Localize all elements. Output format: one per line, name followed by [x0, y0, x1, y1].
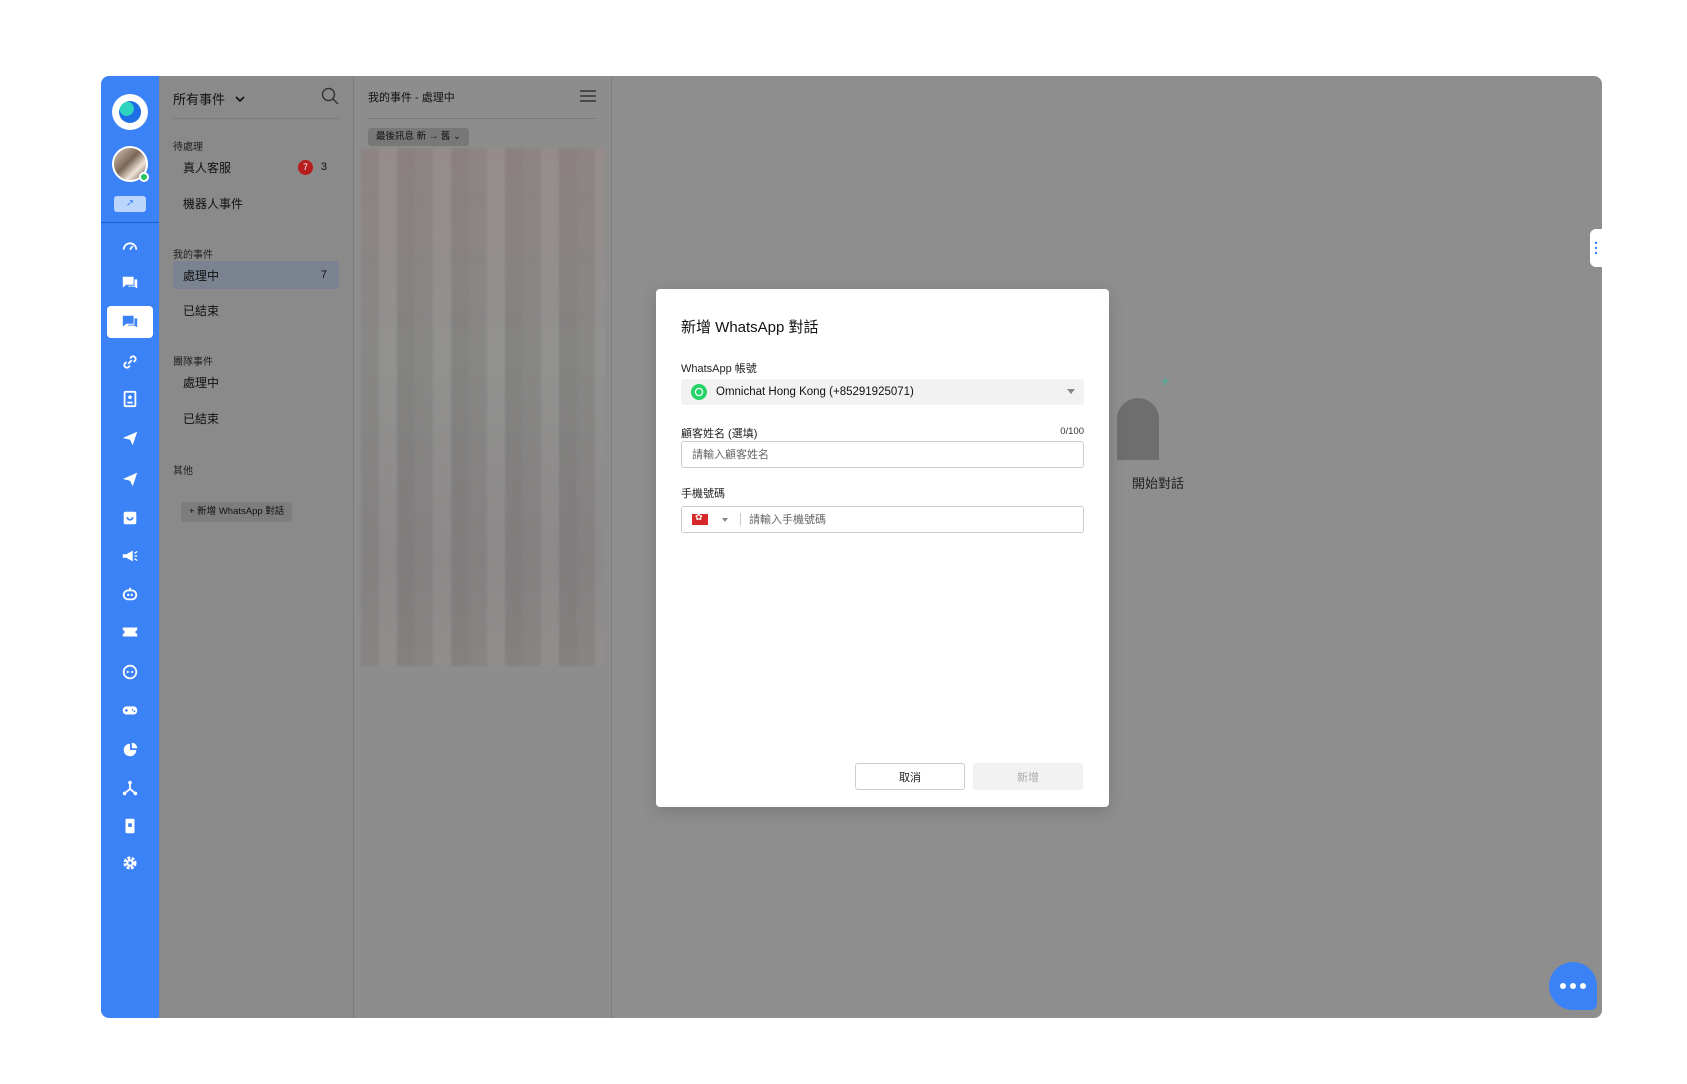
- customer-name-input[interactable]: [681, 441, 1084, 468]
- empty-state-illustration: [1117, 398, 1159, 460]
- phone-field: [681, 506, 1084, 533]
- side-panel-handle[interactable]: [1590, 229, 1602, 267]
- gamepad-icon[interactable]: [107, 694, 153, 726]
- support-chat-button[interactable]: [1549, 962, 1597, 1010]
- contacts-icon[interactable]: [107, 383, 153, 415]
- list-title: 我的事件 - 處理中: [368, 92, 455, 104]
- caret-down-icon: [1067, 389, 1075, 394]
- link-icon[interactable]: [107, 346, 153, 378]
- chat-icon[interactable]: [107, 267, 153, 299]
- nav-item-my-processing[interactable]: 處理中 7: [173, 261, 339, 289]
- event-filter-label: 所有事件: [173, 92, 226, 107]
- user-avatar[interactable]: [112, 146, 149, 182]
- integration-icon[interactable]: [107, 772, 153, 804]
- nav-item-my-closed[interactable]: 已結束: [173, 296, 339, 324]
- bot-icon[interactable]: [107, 578, 153, 610]
- megaphone-icon[interactable]: [107, 540, 153, 572]
- store-icon[interactable]: [107, 502, 153, 534]
- account-label: WhatsApp 帳號: [681, 363, 757, 375]
- trend-button[interactable]: ↗: [114, 196, 146, 212]
- gear-icon[interactable]: [107, 847, 153, 879]
- menu-icon[interactable]: [579, 89, 597, 103]
- item-count: 3: [320, 161, 327, 173]
- face-icon[interactable]: [107, 656, 153, 688]
- section-label-pending: 待處理: [173, 142, 203, 153]
- empty-state-text: 開始對話: [1132, 476, 1185, 491]
- account-value: Omnichat Hong Kong (+85291925071): [716, 386, 914, 398]
- send-icon[interactable]: [107, 422, 153, 454]
- whatsapp-icon: [691, 384, 707, 400]
- nav-item-label: 已結束: [183, 303, 220, 318]
- dot-icon: [1560, 983, 1566, 989]
- hong-kong-flag-icon[interactable]: [692, 512, 708, 525]
- item-count: 7: [320, 269, 327, 281]
- conversation-list-panel: 我的事件 - 處理中 最後訊息 新 → 舊 ⌄: [354, 76, 612, 1018]
- section-label-my-events: 我的事件: [173, 250, 213, 261]
- event-filter-dropdown[interactable]: 所有事件: [173, 89, 245, 108]
- phone-input[interactable]: [747, 512, 1083, 527]
- icon-rail: ↗: [101, 76, 159, 1018]
- dot-icon: [1570, 983, 1576, 989]
- nav-item-team-processing[interactable]: 處理中: [173, 368, 339, 396]
- drag-handle-icon: [1594, 241, 1598, 255]
- nav-item-label: 機器人事件: [183, 196, 244, 211]
- unread-badge: 7: [298, 160, 313, 175]
- dialog-title: 新增 WhatsApp 對話: [681, 319, 819, 336]
- dashboard-icon[interactable]: [107, 230, 153, 262]
- name-char-counter: 0/100: [1060, 426, 1084, 437]
- nav-item-label: 真人客服: [183, 160, 232, 175]
- brand-logo[interactable]: [112, 94, 148, 130]
- search-icon[interactable]: [321, 87, 339, 105]
- ticket-icon[interactable]: [107, 616, 153, 648]
- pie-chart-icon[interactable]: [107, 734, 153, 766]
- phone-separator: [740, 513, 741, 526]
- nav-item-bot-events[interactable]: 機器人事件: [173, 189, 339, 217]
- nav-item-label: 已結束: [183, 411, 220, 426]
- customer-name-label: 顧客姓名 (選填): [681, 428, 758, 440]
- broadcast-icon[interactable]: [107, 463, 153, 495]
- nav-item-human-agent[interactable]: 真人客服 7 3: [173, 153, 339, 181]
- new-whatsapp-dialog: 新增 WhatsApp 對話 WhatsApp 帳號 Omnichat Hong…: [656, 289, 1109, 807]
- nav-divider: [173, 118, 339, 119]
- nav-item-team-closed[interactable]: 已結束: [173, 404, 339, 432]
- nav-item-label: 處理中: [183, 268, 220, 283]
- event-nav-panel: 所有事件 待處理 真人客服 7 3 機器人事件 我的事件 處理中 7 已結束 團…: [159, 76, 354, 1018]
- list-divider: [368, 118, 597, 119]
- nav-item-label: 處理中: [183, 375, 220, 390]
- country-caret-icon[interactable]: [722, 517, 728, 522]
- cancel-button[interactable]: 取消: [855, 763, 965, 790]
- dot-icon: [1580, 983, 1586, 989]
- sparkle-icon: +: [1161, 373, 1170, 389]
- section-label-team-events: 團隊事件: [173, 357, 213, 368]
- online-status-dot: [139, 172, 149, 182]
- whatsapp-account-select[interactable]: Omnichat Hong Kong (+85291925071): [681, 379, 1084, 405]
- add-button[interactable]: 新增: [973, 763, 1083, 790]
- blurred-conversation-list: [361, 148, 605, 666]
- phone-label: 手機號碼: [681, 488, 725, 500]
- section-label-other: 其他: [173, 466, 193, 477]
- sort-dropdown[interactable]: 最後訊息 新 → 舊 ⌄: [368, 128, 470, 146]
- device-icon[interactable]: [107, 810, 153, 842]
- conversations-icon[interactable]: [107, 306, 153, 338]
- chevron-down-icon: [235, 95, 245, 102]
- add-whatsapp-button[interactable]: + 新增 WhatsApp 對話: [181, 502, 293, 522]
- rail-divider: [101, 222, 159, 223]
